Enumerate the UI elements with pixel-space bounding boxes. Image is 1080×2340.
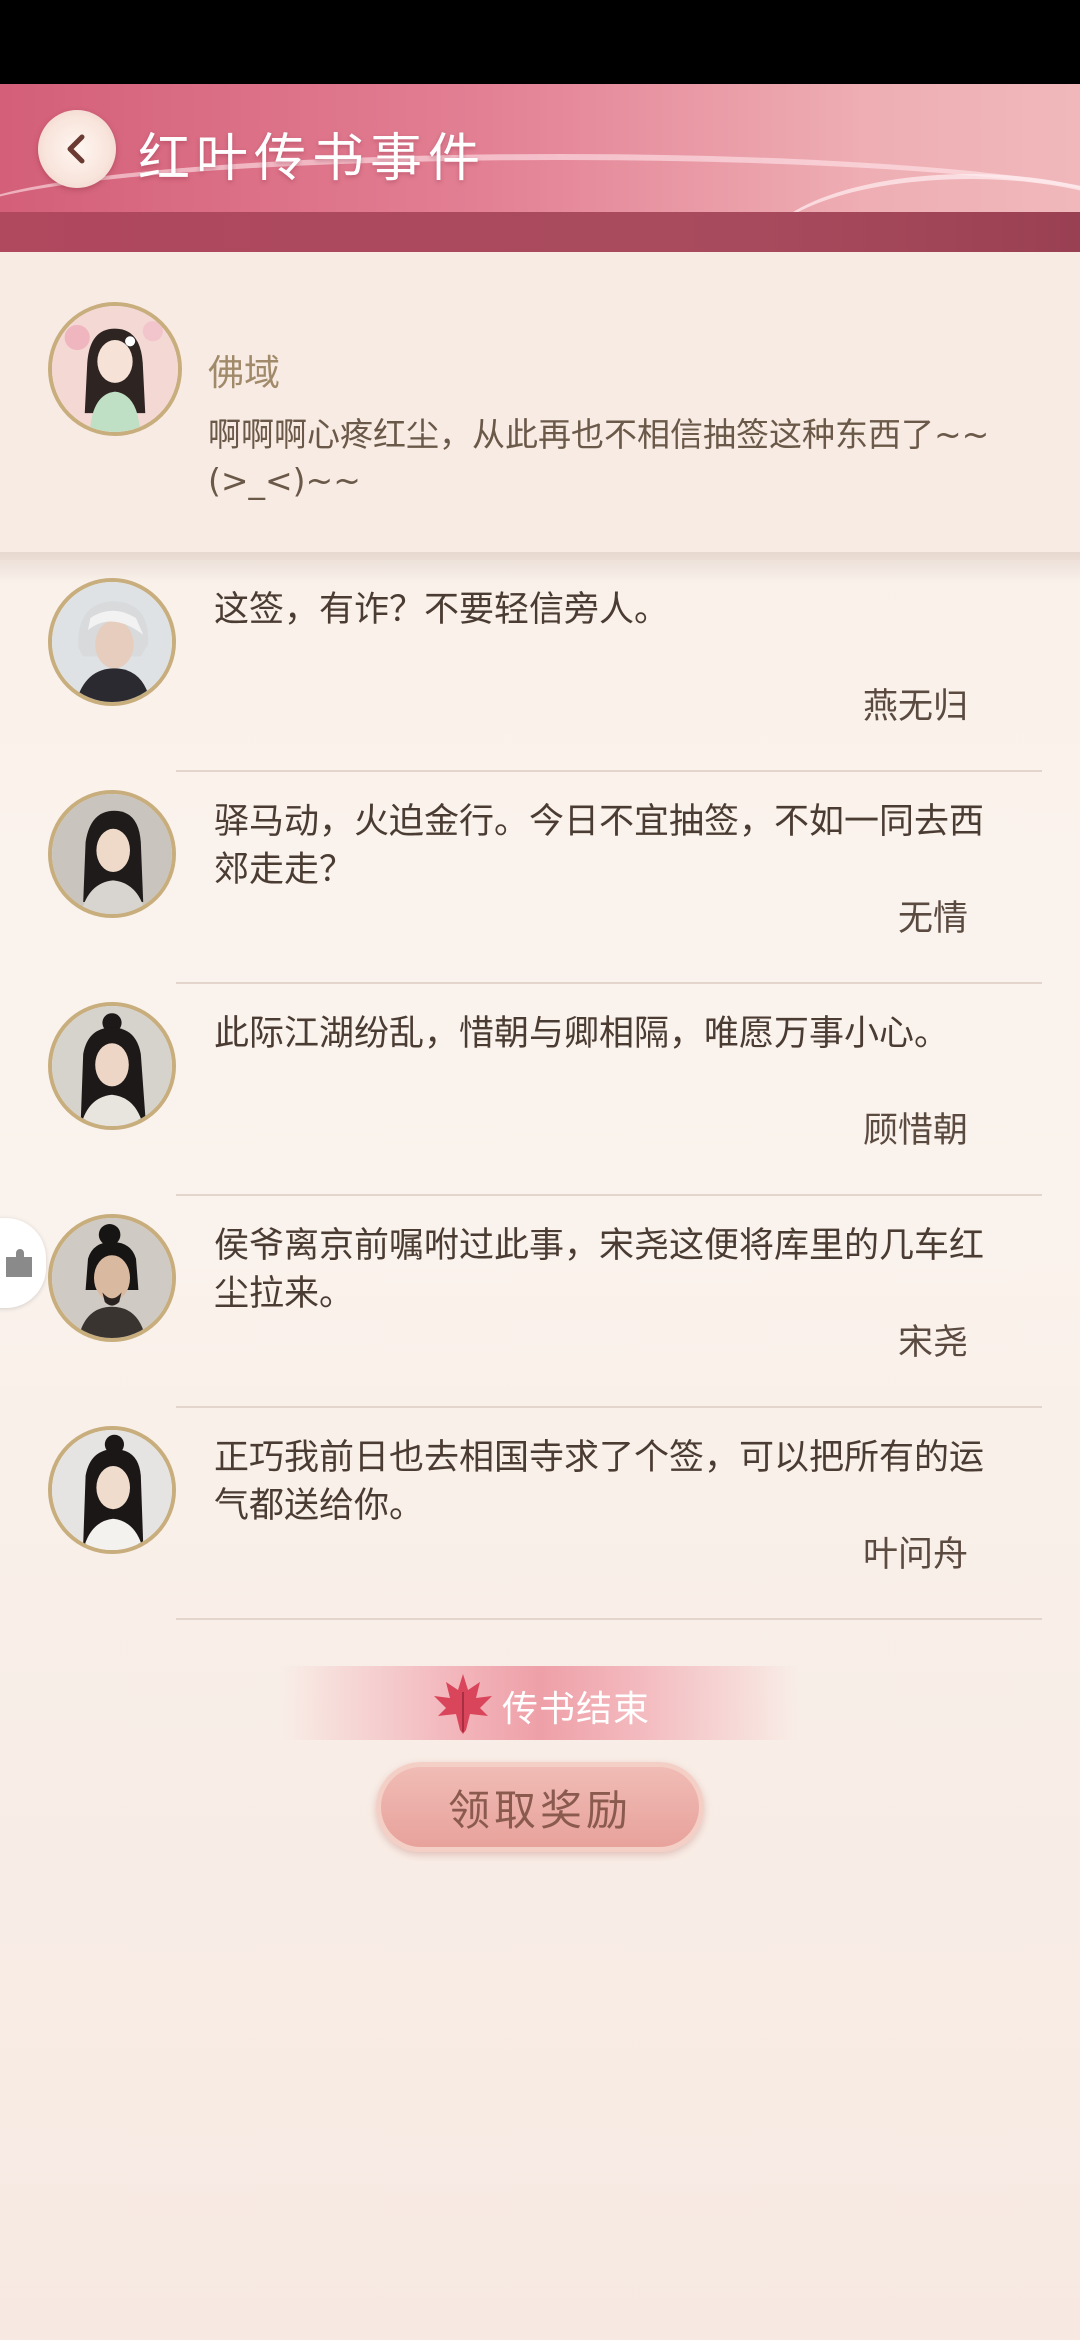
reply-text: 这签，有诈？不要轻信旁人。 — [214, 590, 670, 630]
reply-2-portrait — [52, 794, 172, 914]
claim-reward-label: 领取奖励 — [447, 1785, 632, 1835]
reply-item: 侯爷离京前嘱咐过此事，宋尧这便将库里的几车红尘拉来。 宋尧 — [0, 1196, 1080, 1408]
claim-reward-button[interactable]: 领取奖励 — [376, 1762, 704, 1852]
original-post: 佛域 啊啊啊心疼红尘，从此再也不相信抽签这种东西了~~(>_<)~~ — [0, 252, 1080, 560]
reply-1-portrait — [52, 582, 172, 702]
reply-text: 正巧我前日也去相国寺求了个签，可以把所有的运气都送给你。 — [214, 1438, 985, 1526]
reply-4-portrait — [52, 1218, 172, 1338]
maple-leaf-icon — [434, 1674, 492, 1734]
reply-author: 宋尧 — [897, 1323, 968, 1363]
end-label: 传书结束 — [502, 1689, 651, 1730]
post-text: 啊啊啊心疼红尘，从此再也不相信抽签这种东西了~~(>_<)~~ — [208, 415, 990, 500]
reply-3-portrait — [52, 1006, 172, 1126]
reply-author: 叶问舟 — [862, 1535, 968, 1575]
back-button[interactable] — [38, 110, 116, 188]
avatar-poster[interactable] — [48, 302, 182, 436]
puzzle-icon — [6, 1249, 32, 1277]
header-bar: 红叶传书事件 — [0, 84, 1080, 252]
status-bar — [0, 0, 1080, 84]
reply-5-portrait — [52, 1430, 172, 1550]
reply-text: 此际江湖纷乱，惜朝与卿相隔，唯愿万事小心。 — [214, 1014, 950, 1054]
avatar-reply-1[interactable] — [48, 578, 176, 706]
poster-name: 佛域 — [208, 353, 281, 394]
avatar-reply-3[interactable] — [48, 1002, 176, 1130]
page-title: 红叶传书事件 — [138, 129, 487, 189]
poster-portrait — [52, 306, 178, 432]
divider — [176, 1618, 1042, 1620]
avatar-reply-5[interactable] — [48, 1426, 176, 1554]
avatar-reply-4[interactable] — [48, 1214, 176, 1342]
reply-item: 正巧我前日也去相国寺求了个签，可以把所有的运气都送给你。 叶问舟 — [0, 1408, 1080, 1620]
reply-text: 驿马动，火迫金行。今日不宜抽签，不如一同去西郊走走？ — [214, 802, 985, 890]
avatar-reply-2[interactable] — [48, 790, 176, 918]
end-banner: 传书结束 — [280, 1666, 800, 1740]
chevron-left-icon — [67, 134, 85, 164]
reply-item: 驿马动，火迫金行。今日不宜抽签，不如一同去西郊走走？ 无情 — [0, 772, 1080, 984]
reply-author: 顾惜朝 — [862, 1111, 968, 1151]
header-bottom-stripe — [0, 212, 1080, 252]
reply-item: 此际江湖纷乱，惜朝与卿相隔，唯愿万事小心。 顾惜朝 — [0, 984, 1080, 1196]
reply-text: 侯爷离京前嘱咐过此事，宋尧这便将库里的几车红尘拉来。 — [214, 1226, 985, 1314]
reply-item: 这签，有诈？不要轻信旁人。 燕无归 — [0, 560, 1080, 772]
message-list: 佛域 啊啊啊心疼红尘，从此再也不相信抽签这种东西了~~(>_<)~~ 这签，有诈… — [0, 252, 1080, 2340]
reply-author: 燕无归 — [862, 687, 968, 727]
reply-author: 无情 — [897, 899, 968, 939]
